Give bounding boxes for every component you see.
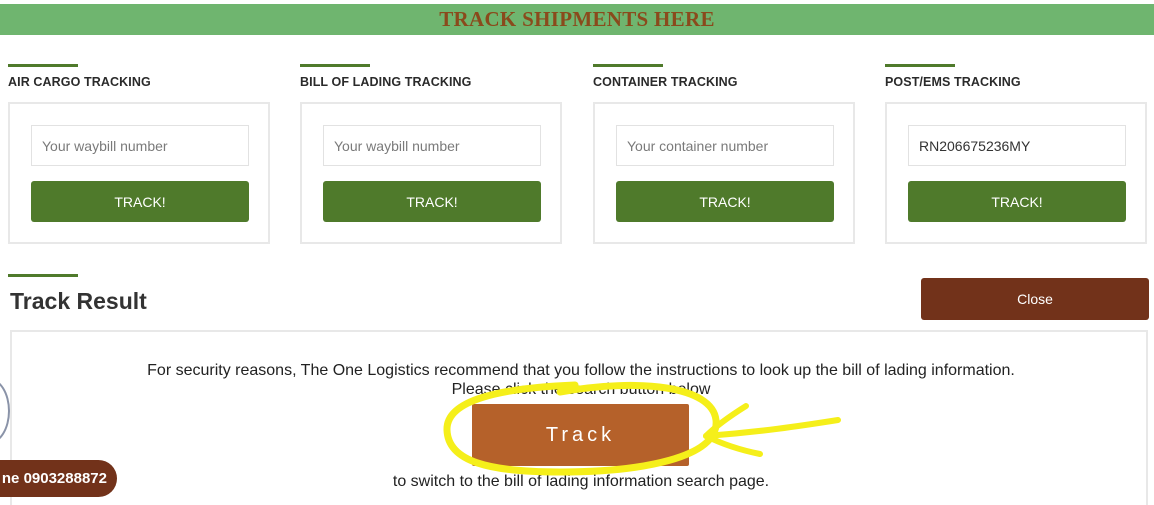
container-label: CONTAINER TRACKING: [593, 75, 738, 89]
hotline-button[interactable]: ne 0903288872: [0, 460, 117, 497]
page-banner: TRACK SHIPMENTS HERE: [0, 4, 1154, 35]
container-number-input[interactable]: [616, 125, 834, 166]
banner-title: TRACK SHIPMENTS HERE: [439, 7, 715, 31]
track-button[interactable]: Track: [472, 404, 689, 466]
bill-of-lading-label: BILL OF LADING TRACKING: [300, 75, 472, 89]
air-cargo-label: AIR CARGO TRACKING: [8, 75, 151, 89]
post-ems-number-input[interactable]: [908, 125, 1126, 166]
chat-widget-icon[interactable]: [0, 378, 10, 444]
bill-of-lading-waybill-input[interactable]: [323, 125, 541, 166]
section-rule: [300, 64, 370, 67]
section-rule: [8, 274, 78, 277]
section-rule: [8, 64, 78, 67]
post-ems-box: TRACK!: [885, 102, 1147, 244]
air-cargo-box: TRACK!: [8, 102, 270, 244]
container-track-button[interactable]: TRACK!: [616, 181, 834, 222]
post-ems-track-button[interactable]: TRACK!: [908, 181, 1126, 222]
air-cargo-waybill-input[interactable]: [31, 125, 249, 166]
track-result-panel: For security reasons, The One Logistics …: [10, 330, 1148, 505]
search-instruction: Please click the search button below: [451, 381, 711, 398]
bill-of-lading-box: TRACK!: [300, 102, 562, 244]
track-result-title: Track Result: [10, 288, 147, 314]
security-notice: For security reasons, The One Logistics …: [147, 362, 1015, 379]
close-button[interactable]: Close: [921, 278, 1149, 320]
section-rule: [885, 64, 955, 67]
post-ems-label: POST/EMS TRACKING: [885, 75, 1021, 89]
section-rule: [593, 64, 663, 67]
switch-page-note: to switch to the bill of lading informat…: [392, 473, 770, 490]
container-box: TRACK!: [593, 102, 855, 244]
bill-of-lading-track-button[interactable]: TRACK!: [323, 181, 541, 222]
air-cargo-track-button[interactable]: TRACK!: [31, 181, 249, 222]
